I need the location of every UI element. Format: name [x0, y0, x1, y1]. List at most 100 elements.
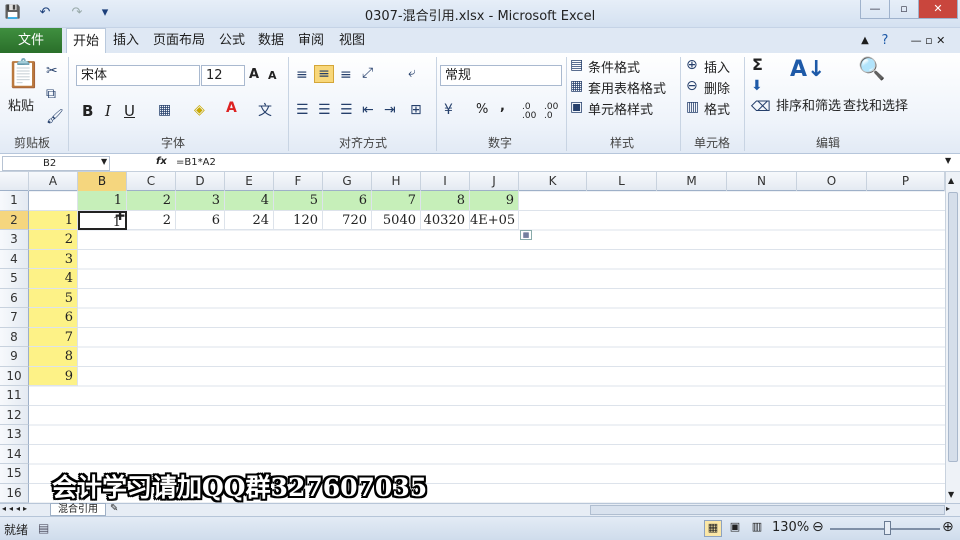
column-header[interactable]: B	[78, 172, 127, 191]
cell-a10[interactable]: 9	[29, 366, 78, 386]
cell-i1[interactable]: 8	[421, 191, 470, 211]
wrap-text-icon[interactable]: ⤶	[408, 65, 416, 81]
font-name-select[interactable]: 宋体	[76, 65, 200, 86]
formula-input[interactable]: =B1*A2	[176, 157, 216, 168]
minimize-ribbon-icon[interactable]: ▲	[858, 28, 872, 53]
column-header[interactable]: H	[372, 172, 421, 191]
cell-d1[interactable]: 3	[176, 191, 225, 211]
name-box[interactable]: B2	[2, 156, 110, 171]
paste-button[interactable]: 粘贴	[8, 95, 34, 114]
column-header[interactable]: P	[867, 172, 945, 191]
scroll-down-icon[interactable]: ▼	[948, 490, 954, 499]
align-top-icon[interactable]: ≡	[296, 67, 308, 83]
scroll-up-icon[interactable]: ▲	[948, 176, 954, 185]
macro-record-icon[interactable]: ▤	[38, 521, 49, 535]
find-select-icon[interactable]: 🔍	[858, 57, 885, 82]
column-header[interactable]: L	[587, 172, 657, 191]
cell-c2[interactable]: 2	[127, 210, 176, 230]
merge-center-icon[interactable]: ⊞	[410, 102, 422, 118]
cell-g2[interactable]: 720	[323, 210, 372, 230]
sort-filter-button[interactable]: 排序和筛选	[776, 95, 841, 114]
align-bottom-icon[interactable]: ≡	[340, 67, 352, 83]
row-header[interactable]: 1	[0, 191, 29, 211]
autosum-button[interactable]: Σ	[752, 55, 763, 74]
align-middle-icon[interactable]: ≡	[314, 65, 334, 83]
zoom-slider-thumb[interactable]	[884, 521, 891, 535]
name-box-dropdown-icon[interactable]: ▼	[101, 157, 107, 166]
cell-b1[interactable]: 1	[78, 191, 127, 211]
decrease-decimal-button[interactable]: .00 .0	[544, 103, 564, 121]
bold-button[interactable]: B	[82, 102, 93, 120]
font-color-icon[interactable]: A	[226, 100, 237, 116]
borders-icon[interactable]: ▦	[158, 102, 171, 118]
zoom-level[interactable]: 130%	[772, 520, 809, 535]
scroll-right-icon[interactable]: ▸	[946, 504, 950, 513]
tab-data[interactable]: 数据	[255, 28, 287, 53]
zoom-out-icon[interactable]: ⊖	[812, 519, 824, 535]
cell-c1[interactable]: 2	[127, 191, 176, 211]
row-header[interactable]: 6	[0, 288, 29, 308]
align-right-icon[interactable]: ☰	[340, 102, 353, 118]
page-break-view-icon[interactable]: ▥	[748, 520, 766, 537]
row-header[interactable]: 8	[0, 327, 29, 347]
tab-file[interactable]: 文件	[0, 28, 62, 53]
close-button[interactable]: ✕	[918, 0, 958, 19]
grow-font-button[interactable]: A	[249, 67, 259, 82]
select-all-button[interactable]	[0, 172, 29, 191]
page-layout-view-icon[interactable]: ▣	[726, 520, 744, 537]
column-header[interactable]: D	[176, 172, 225, 191]
fill-color-icon[interactable]: ◈	[194, 102, 205, 118]
minimize-button[interactable]: —	[860, 0, 890, 19]
align-left-icon[interactable]: ☰	[296, 102, 309, 118]
worksheet-grid[interactable]: 1 2 3 4 5 6 7 8 9 1 1 2 6 24 120 720 504…	[29, 191, 945, 503]
cell-j1[interactable]: 9	[470, 191, 519, 211]
cell-a9[interactable]: 8	[29, 347, 78, 367]
expand-formula-bar-icon[interactable]: ▼	[945, 156, 951, 165]
sheet-nav-icons[interactable]: ◂◂◂▸	[2, 504, 30, 513]
column-header[interactable]: I	[421, 172, 470, 191]
row-header[interactable]: 13	[0, 425, 29, 445]
row-header[interactable]: 5	[0, 269, 29, 289]
number-format-select[interactable]: 常规	[440, 65, 562, 86]
tab-home[interactable]: 开始	[66, 28, 106, 53]
format-painter-icon[interactable]: 🖌	[46, 109, 64, 125]
column-header[interactable]: N	[727, 172, 797, 191]
delete-cells-button[interactable]: 删除	[704, 78, 730, 97]
cell-a6[interactable]: 5	[29, 288, 78, 308]
currency-icon[interactable]: ¥	[444, 102, 453, 118]
sort-filter-icon[interactable]: A↓	[790, 57, 825, 82]
horizontal-scrollbar[interactable]	[590, 505, 945, 515]
cell-a7[interactable]: 6	[29, 308, 78, 328]
phonetic-icon[interactable]: 文	[258, 100, 272, 120]
paste-icon[interactable]: 📋	[6, 57, 41, 93]
tab-review[interactable]: 审阅	[295, 28, 327, 53]
tab-formulas[interactable]: 公式	[216, 28, 248, 53]
fill-icon[interactable]: ⬇	[751, 78, 763, 94]
align-center-icon[interactable]: ☰	[318, 102, 331, 118]
row-header[interactable]: 3	[0, 230, 29, 250]
cell-a3[interactable]: 2	[29, 230, 78, 250]
find-select-button[interactable]: 查找和选择	[843, 95, 908, 114]
zoom-in-icon[interactable]: ⊕	[942, 519, 954, 535]
cell-a5[interactable]: 4	[29, 269, 78, 289]
underline-button[interactable]: U	[124, 102, 135, 120]
orientation-icon[interactable]: ⤢	[362, 65, 373, 81]
tab-insert[interactable]: 插入	[110, 28, 142, 53]
tab-view[interactable]: 视图	[336, 28, 368, 53]
row-header[interactable]: 9	[0, 347, 29, 367]
column-header[interactable]: G	[323, 172, 372, 191]
row-header[interactable]: 11	[0, 386, 29, 406]
sheet-tab[interactable]: 混合引用	[50, 503, 106, 516]
format-as-table-button[interactable]: 套用表格格式	[588, 78, 666, 97]
column-header[interactable]: K	[519, 172, 587, 191]
cell-e2[interactable]: 24	[225, 210, 274, 230]
shrink-font-button[interactable]: A	[268, 69, 277, 82]
cell-f1[interactable]: 5	[274, 191, 323, 211]
clear-icon[interactable]: ⌫	[751, 99, 771, 115]
cell-h1[interactable]: 7	[372, 191, 421, 211]
copy-icon[interactable]: ⧉	[46, 86, 56, 102]
row-header[interactable]: 4	[0, 249, 29, 269]
row-header[interactable]: 12	[0, 405, 29, 425]
cell-i2[interactable]: 40320	[421, 210, 470, 230]
cell-a8[interactable]: 7	[29, 327, 78, 347]
